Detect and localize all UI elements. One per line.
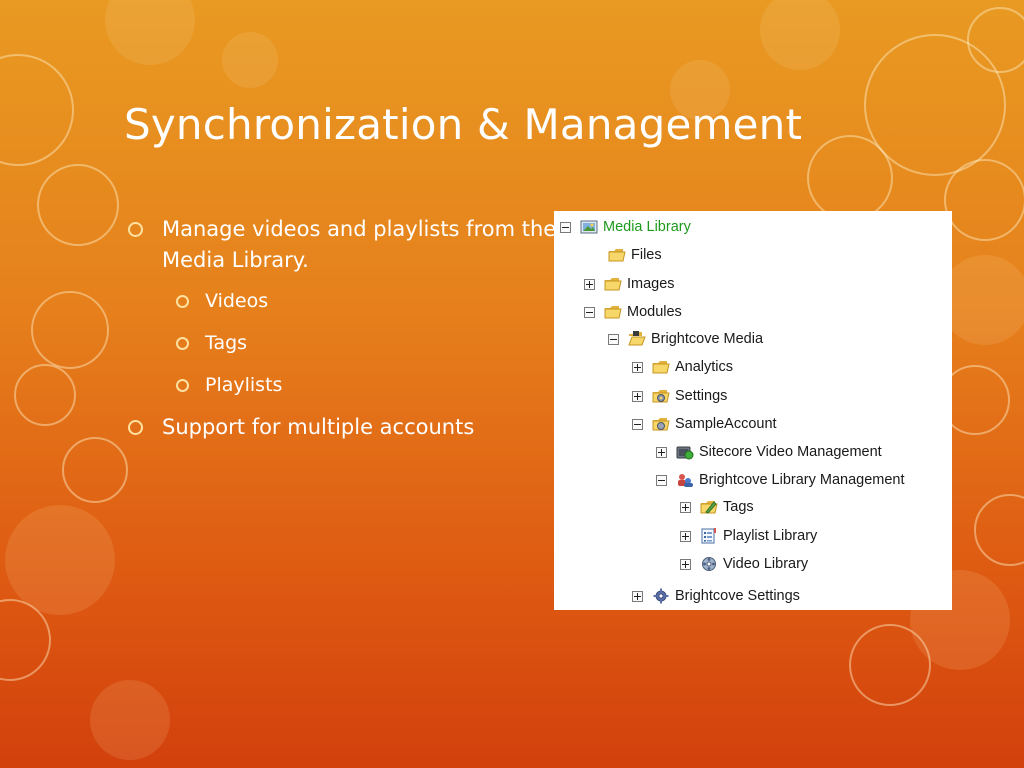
library-management-icon	[676, 472, 694, 488]
tree-node-brightcove-settings[interactable]: Brightcove Settings	[632, 586, 800, 606]
collapse-icon[interactable]	[584, 306, 595, 318]
bullet-circle-icon	[176, 379, 189, 392]
tree-node-playlist-library[interactable]: Playlist Library	[680, 526, 817, 546]
open-folder-icon	[628, 331, 646, 347]
tree-node-label: Images	[627, 276, 675, 292]
media-library-tree: Media Library Files Images Modules Brigh…	[554, 211, 952, 610]
expand-icon[interactable]	[680, 558, 691, 570]
tree-node-label: Brightcove Media	[651, 331, 764, 347]
bullet-text: Manage videos and playlists from the Med…	[162, 217, 557, 272]
tree-node-brightcove-library-management[interactable]: Brightcove Library Management	[656, 470, 905, 490]
tree-node-label: Files	[631, 247, 662, 263]
collapse-icon[interactable]	[632, 418, 643, 430]
expand-icon[interactable]	[680, 530, 691, 542]
tree-node-label: Settings	[675, 388, 728, 404]
collapse-icon[interactable]	[608, 333, 619, 345]
tree-node-video-library[interactable]: Video Library	[680, 554, 808, 574]
bullet-list: Manage videos and playlists from the Med…	[128, 214, 558, 451]
tree-node-label: Analytics	[675, 359, 734, 375]
tree-node-media-library[interactable]: Media Library	[560, 217, 691, 237]
tree-node-files[interactable]: Files	[608, 245, 662, 265]
folder-icon	[652, 359, 670, 375]
expand-icon[interactable]	[584, 278, 595, 290]
bullet-circle-icon	[128, 222, 143, 237]
folder-icon	[604, 304, 622, 320]
collapse-icon[interactable]	[560, 221, 571, 233]
bullet-text: Tags	[205, 332, 248, 354]
tree-node-modules[interactable]: Modules	[584, 302, 682, 322]
bullet-text: Videos	[205, 290, 269, 312]
tag-folder-icon	[700, 499, 718, 515]
playlist-icon	[700, 528, 718, 544]
gear-icon	[652, 588, 670, 604]
tree-node-label: Brightcove Settings	[675, 588, 800, 604]
tree-node-images[interactable]: Images	[584, 274, 675, 294]
bullet-item: Manage videos and playlists from the Med…	[128, 214, 558, 276]
tree-node-analytics[interactable]: Analytics	[632, 357, 733, 377]
video-management-icon	[676, 444, 694, 460]
tree-node-sitecore-video-management[interactable]: Sitecore Video Management	[656, 442, 882, 462]
tree-node-settings[interactable]: Settings	[632, 386, 727, 406]
expand-icon[interactable]	[680, 501, 691, 513]
settings-folder-icon	[652, 388, 670, 404]
tree-node-tags[interactable]: Tags	[680, 497, 754, 517]
tree-node-label: Media Library	[603, 219, 691, 235]
bullet-item: Support for multiple accounts	[128, 412, 558, 443]
folder-icon	[604, 276, 622, 292]
bullet-circle-icon	[176, 337, 189, 350]
tree-node-label: Tags	[723, 499, 754, 515]
tree-node-label: Playlist Library	[723, 528, 818, 544]
bullet-circle-icon	[128, 420, 143, 435]
media-library-icon	[580, 219, 598, 235]
bullet-text: Support for multiple accounts	[162, 415, 475, 439]
bullet-circle-icon	[176, 295, 189, 308]
expand-icon[interactable]	[632, 590, 643, 602]
tree-node-label: Modules	[627, 304, 682, 320]
folder-icon	[608, 247, 626, 263]
tree-node-label: Sitecore Video Management	[699, 444, 882, 460]
sub-bullet-item: Tags	[176, 330, 558, 356]
tree-node-brightcove-media[interactable]: Brightcove Media	[608, 329, 763, 349]
sub-bullet-item: Playlists	[176, 372, 558, 398]
sub-bullet-item: Videos	[176, 288, 558, 314]
account-folder-icon	[652, 416, 670, 432]
tree-node-sampleaccount[interactable]: SampleAccount	[632, 414, 777, 434]
expand-icon[interactable]	[656, 446, 667, 458]
tree-node-label: Video Library	[723, 556, 809, 572]
slide-title: Synchronization & Management	[124, 100, 803, 149]
bullet-text: Playlists	[205, 374, 283, 396]
video-library-icon	[700, 556, 718, 572]
expand-icon[interactable]	[632, 361, 643, 373]
collapse-icon[interactable]	[656, 474, 667, 486]
tree-node-label: Brightcove Library Management	[699, 472, 905, 488]
tree-node-label: SampleAccount	[675, 416, 777, 432]
expand-icon[interactable]	[632, 390, 643, 402]
